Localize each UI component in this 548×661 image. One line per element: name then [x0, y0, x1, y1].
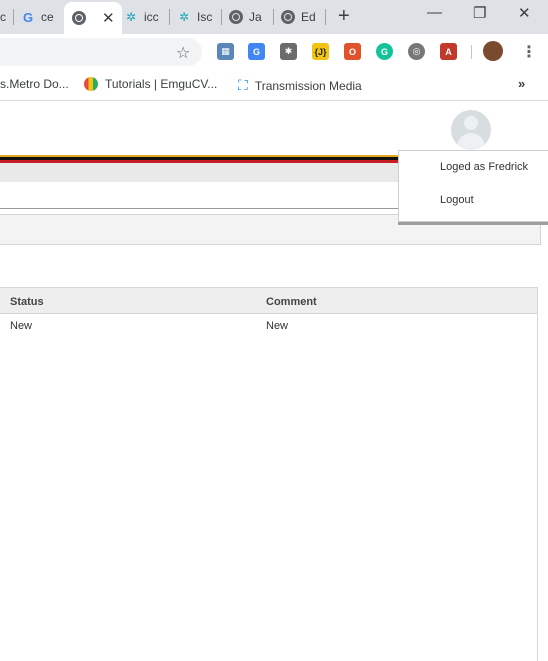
- nav-bar: [0, 163, 398, 182]
- tab-6[interactable]: Ja: [229, 6, 269, 28]
- tab-separator: [221, 9, 222, 25]
- tab-separator: [325, 9, 326, 25]
- globe-icon: [281, 10, 295, 24]
- more-bookmarks-button[interactable]: »: [518, 76, 525, 91]
- tab-2-label: ce: [41, 10, 54, 24]
- tab-5-label: Isc: [197, 10, 213, 24]
- tab-6-label: Ja: [249, 10, 262, 24]
- tab-strip: c G ce ✕ ✲ icc ✲ Isc Ja Ed + — ❐ ✕: [0, 0, 548, 34]
- user-dropdown-menu: Loged as Fredrick Logout: [398, 150, 548, 222]
- minimize-button[interactable]: —: [427, 4, 442, 21]
- film-reel-icon[interactable]: ◎: [408, 43, 425, 60]
- tab-3-active[interactable]: ✕: [64, 2, 122, 34]
- table-extension-icon[interactable]: ▦: [217, 43, 234, 60]
- table-header: Status Comment: [0, 287, 538, 314]
- address-bar[interactable]: ☆: [0, 38, 202, 66]
- app-icon: ✲: [125, 10, 137, 24]
- app-icon: ✲: [178, 10, 190, 24]
- tab-2[interactable]: G ce: [21, 6, 59, 28]
- logout-link[interactable]: Logout: [440, 194, 474, 206]
- google-translate-icon[interactable]: G: [248, 43, 265, 60]
- bookmarks-bar: s.Metro Do... Tutorials | EmguCV... ⛶ Tr…: [0, 70, 548, 101]
- tab-1-label: c: [0, 10, 6, 24]
- column-header-comment[interactable]: Comment: [266, 296, 317, 308]
- tab-4[interactable]: ✲ icc: [124, 6, 164, 28]
- tab-4-label: icc: [144, 10, 159, 24]
- tab-separator: [13, 9, 14, 25]
- jf-extension-icon[interactable]: {J}: [312, 43, 329, 60]
- bookmark-label: Transmission Media: [254, 78, 362, 93]
- tab-separator: [273, 9, 274, 25]
- table-body-area: [0, 314, 538, 661]
- bookmark-metro[interactable]: s.Metro Do...: [0, 77, 69, 91]
- tab-1[interactable]: c: [0, 6, 8, 28]
- browser-toolbar: ☆ ▦ G ✱ {J} O G ◎ A: [0, 34, 548, 70]
- emgucv-icon: [84, 77, 98, 91]
- hubspot-icon[interactable]: ✱: [280, 43, 297, 60]
- bookmark-transmission-media[interactable]: ⛶ Transmission Media: [238, 77, 362, 94]
- user-avatar[interactable]: [451, 110, 491, 150]
- globe-icon: [72, 11, 86, 25]
- menu-kebab-icon[interactable]: ⋮: [521, 42, 537, 62]
- close-tab-icon[interactable]: ✕: [102, 9, 115, 27]
- column-header-status[interactable]: Status: [10, 296, 44, 308]
- google-icon: G: [22, 9, 34, 25]
- profile-avatar-icon[interactable]: [483, 41, 503, 61]
- office-icon[interactable]: O: [344, 43, 361, 60]
- logged-in-as-label: Loged as Fredrick: [440, 161, 529, 173]
- tab-separator: [169, 9, 170, 25]
- globe-icon: [229, 10, 243, 24]
- divider: [0, 208, 400, 209]
- bookmark-label: s.Metro Do...: [0, 77, 69, 91]
- tab-7[interactable]: Ed: [281, 6, 321, 28]
- bookmark-label: Tutorials | EmguCV...: [105, 77, 218, 91]
- new-tab-button[interactable]: +: [338, 5, 350, 28]
- tab-5[interactable]: ✲ Isc: [177, 6, 217, 28]
- close-window-button[interactable]: ✕: [518, 4, 531, 22]
- pdf-icon[interactable]: A: [440, 43, 457, 60]
- bookmark-emgucv[interactable]: Tutorials | EmguCV...: [84, 77, 217, 91]
- toolbar-divider: [471, 45, 472, 59]
- bookmark-star-icon[interactable]: ☆: [176, 43, 190, 63]
- bookmark-site-icon: ⛶: [238, 77, 248, 93]
- restore-button[interactable]: ❐: [473, 4, 486, 22]
- tab-7-label: Ed: [301, 10, 316, 24]
- grammarly-icon[interactable]: G: [376, 43, 393, 60]
